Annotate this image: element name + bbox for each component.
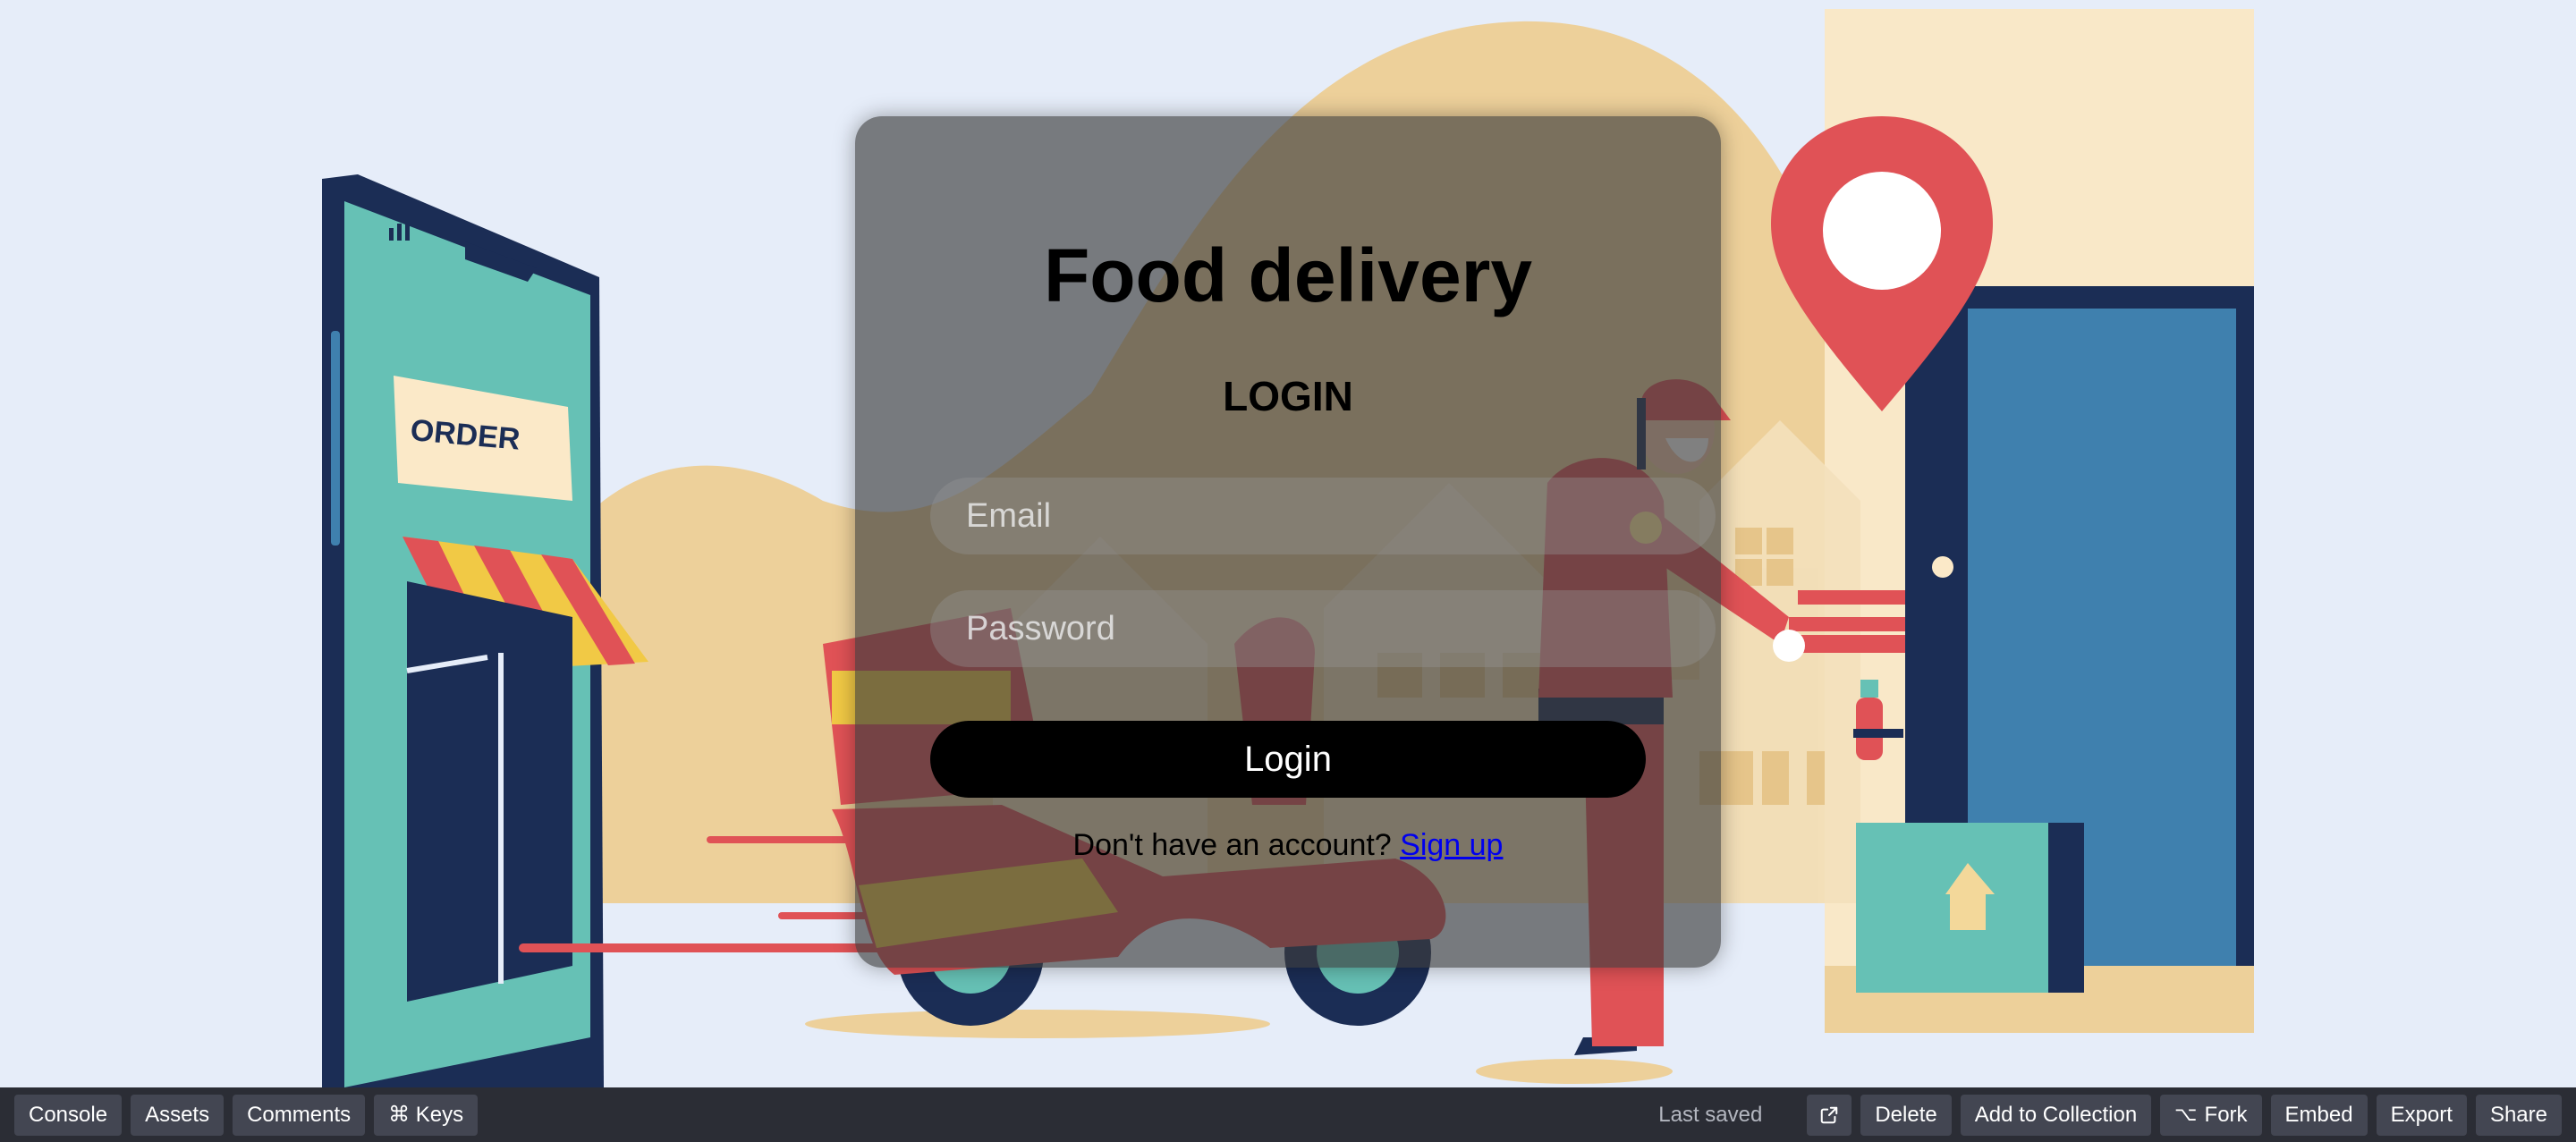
email-input[interactable]	[930, 478, 1716, 554]
fork-button[interactable]: ⌥ Fork	[2160, 1094, 2262, 1136]
comments-button[interactable]: Comments	[233, 1094, 366, 1136]
share-button[interactable]: Share	[2475, 1094, 2562, 1136]
console-button[interactable]: Console	[14, 1094, 123, 1136]
embed-button[interactable]: Embed	[2270, 1094, 2368, 1136]
login-card: Food delivery LOGIN Login Don't have an …	[855, 116, 1721, 968]
export-button[interactable]: Export	[2376, 1094, 2467, 1136]
editor-toolbar: Console Assets Comments ⌘ Keys Last save…	[0, 1087, 2576, 1142]
keys-button[interactable]: ⌘ Keys	[374, 1094, 479, 1136]
external-link-icon	[1821, 1106, 1838, 1123]
password-input[interactable]	[930, 590, 1716, 667]
login-button[interactable]: Login	[930, 721, 1646, 798]
fork-label: Fork	[2204, 1102, 2248, 1127]
delete-button[interactable]: Delete	[1860, 1094, 1952, 1136]
signup-row: Don't have an account? Sign up	[855, 828, 1721, 863]
signup-prompt: Don't have an account?	[1072, 828, 1392, 862]
assets-button[interactable]: Assets	[131, 1094, 225, 1136]
login-heading: LOGIN	[1223, 373, 1353, 419]
signup-link[interactable]: Sign up	[1400, 828, 1503, 862]
add-to-collection-button[interactable]: Add to Collection	[1960, 1094, 2152, 1136]
page-title: Food delivery	[1043, 233, 1533, 317]
open-in-new-window-button[interactable]	[1807, 1094, 1852, 1136]
fork-icon: ⌥	[2174, 1104, 2198, 1126]
last-saved-status: Last saved	[1658, 1102, 1763, 1127]
